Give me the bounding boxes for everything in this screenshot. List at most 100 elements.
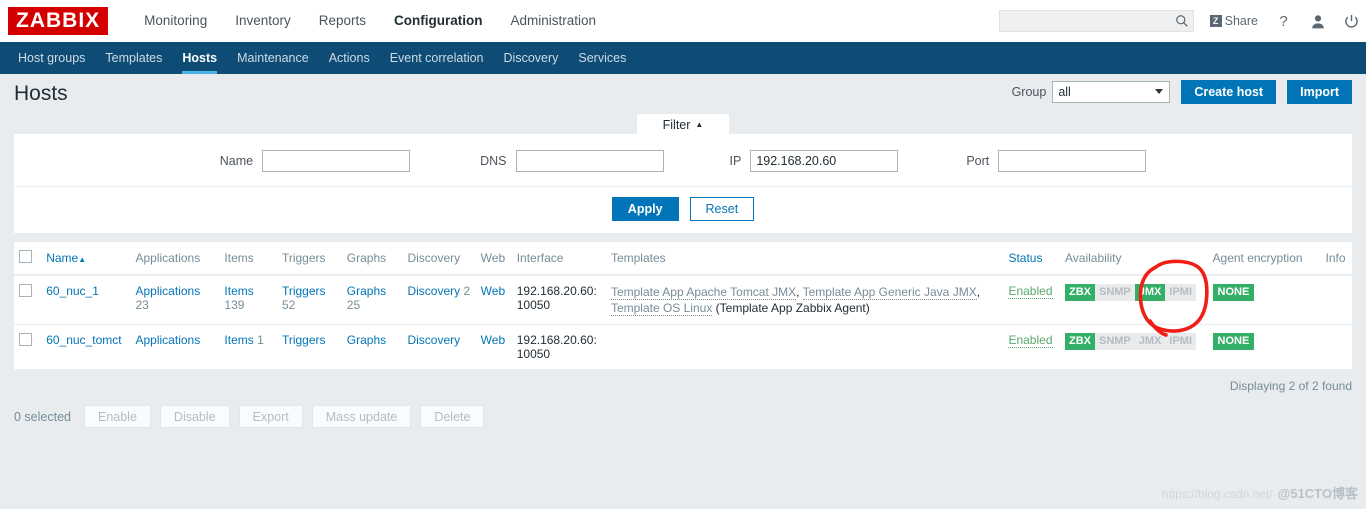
nav-administration[interactable]: Administration <box>497 0 611 42</box>
filter-name-input[interactable] <box>262 150 411 172</box>
hosts-table-wrap: Name▲ Applications Items Triggers Graphs… <box>14 242 1352 370</box>
row-checkbox[interactable] <box>19 333 32 346</box>
subnav-services[interactable]: Services <box>568 42 636 74</box>
disable-button[interactable]: Disable <box>159 405 230 428</box>
host-name-link[interactable]: 60_nuc_tomct <box>46 333 121 347</box>
row-checkbox[interactable] <box>19 284 32 297</box>
subnav-host-groups[interactable]: Host groups <box>8 42 95 74</box>
web-link[interactable]: Web <box>481 333 505 347</box>
graphs-link[interactable]: Graphs <box>347 333 386 347</box>
row-select-cell <box>14 275 42 325</box>
export-button[interactable]: Export <box>238 405 303 428</box>
select-all-checkbox[interactable] <box>19 250 32 263</box>
subnav-actions[interactable]: Actions <box>319 42 380 74</box>
template-link[interactable]: Template App Apache Tomcat JMX <box>610 285 797 300</box>
triggers-link[interactable]: Triggers <box>282 333 326 347</box>
user-profile-icon[interactable] <box>1309 11 1326 31</box>
row-availability-cell: ZBX SNMP JMX IPMI <box>1059 324 1208 370</box>
row-triggers-cell: Triggers 52 <box>276 275 342 325</box>
hosts-table-body: 60_nuc_1 Applications 23 Items 139 Trigg… <box>14 275 1352 370</box>
bulk-actions: 0 selected Enable Disable Export Mass up… <box>0 393 1366 428</box>
sub-navigation: Host groups Templates Hosts Maintenance … <box>0 42 1366 74</box>
help-icon[interactable]: ? <box>1275 11 1292 31</box>
discovery-link[interactable]: Discovery <box>407 284 460 298</box>
group-select-value: all <box>1058 85 1071 99</box>
filter-tab-row: Filter ▲ <box>0 114 1366 135</box>
enable-button[interactable]: Enable <box>83 405 151 428</box>
column-triggers[interactable]: Triggers <box>276 242 342 276</box>
web-link[interactable]: Web <box>481 284 505 298</box>
applications-link[interactable]: Applications <box>136 333 201 347</box>
availability-jmx-badge: JMX <box>1134 284 1166 301</box>
column-agent-encryption: Agent encryption <box>1207 242 1321 276</box>
encryption-badge: NONE <box>1212 333 1255 350</box>
column-name[interactable]: Name▲ <box>41 242 131 276</box>
subnav-discovery[interactable]: Discovery <box>494 42 569 74</box>
subnav-templates[interactable]: Templates <box>95 42 172 74</box>
status-badge[interactable]: Enabled <box>1008 284 1053 299</box>
nav-reports[interactable]: Reports <box>305 0 380 42</box>
page-content: Hosts Group all Create host Import Filte… <box>0 74 1366 509</box>
discovery-link[interactable]: Discovery <box>407 333 460 347</box>
mass-update-button[interactable]: Mass update <box>311 405 412 428</box>
chevron-down-icon <box>1155 89 1164 94</box>
hosts-table-head: Name▲ Applications Items Triggers Graphs… <box>14 242 1352 276</box>
column-graphs[interactable]: Graphs <box>341 242 403 276</box>
applications-link[interactable]: Applications <box>136 284 201 298</box>
filter-dns-field: DNS <box>480 150 664 172</box>
column-items[interactable]: Items <box>219 242 277 276</box>
status-badge[interactable]: Enabled <box>1008 333 1053 348</box>
template-link[interactable]: Template OS Linux <box>610 301 713 316</box>
nav-inventory[interactable]: Inventory <box>221 0 305 42</box>
column-availability: Availability <box>1059 242 1208 276</box>
row-discovery-cell: Discovery 2 <box>402 275 476 325</box>
template-link[interactable]: Template App Generic Java JMX <box>802 285 977 300</box>
template-parent: (Template App Zabbix Agent) <box>715 301 870 315</box>
filter-tab[interactable]: Filter ▲ <box>637 114 729 135</box>
import-button[interactable]: Import <box>1287 80 1352 104</box>
applications-count: 23 <box>135 298 149 312</box>
filter-dns-input[interactable] <box>515 150 664 172</box>
nav-configuration[interactable]: Configuration <box>380 0 496 42</box>
displaying-count: Displaying 2 of 2 found <box>1229 379 1352 393</box>
column-applications[interactable]: Applications <box>130 242 220 276</box>
search-icon <box>1175 15 1188 27</box>
filter-ip-input[interactable] <box>750 150 899 172</box>
items-link[interactable]: Items <box>224 333 253 347</box>
row-select-cell <box>14 324 42 370</box>
page-header: Hosts Group all Create host Import <box>0 74 1366 114</box>
page-title: Hosts <box>14 82 68 105</box>
header-right-tools: Z Share ? <box>998 0 1360 42</box>
filter-port-input[interactable] <box>998 150 1147 172</box>
logout-icon[interactable] <box>1343 11 1360 31</box>
triggers-count: 52 <box>281 298 296 312</box>
row-interface-cell: 192.168.20.60: 10050 <box>511 324 606 370</box>
column-web[interactable]: Web <box>475 242 512 276</box>
column-status[interactable]: Status <box>1003 242 1060 276</box>
row-applications-cell: Applications <box>130 324 220 370</box>
select-all-header <box>14 242 42 276</box>
delete-button[interactable]: Delete <box>420 405 485 428</box>
host-name-link[interactable]: 60_nuc_1 <box>46 284 99 298</box>
reset-button[interactable]: Reset <box>689 197 755 221</box>
triggers-link[interactable]: Triggers <box>282 284 326 298</box>
subnav-hosts[interactable]: Hosts <box>172 42 227 74</box>
template-sep: , <box>976 285 981 299</box>
graphs-link[interactable]: Graphs <box>347 284 386 298</box>
global-search[interactable] <box>998 10 1194 32</box>
subnav-maintenance[interactable]: Maintenance <box>227 42 319 74</box>
group-select[interactable]: all <box>1052 81 1171 103</box>
nav-monitoring[interactable]: Monitoring <box>130 0 221 42</box>
share-button[interactable]: Z Share <box>1209 14 1258 28</box>
row-info-cell <box>1320 324 1352 370</box>
create-host-button[interactable]: Create host <box>1181 80 1277 104</box>
subnav-event-correlation[interactable]: Event correlation <box>380 42 494 74</box>
apply-button[interactable]: Apply <box>611 197 679 221</box>
availability-zbx-badge: ZBX <box>1064 333 1095 350</box>
availability-snmp-badge: SNMP <box>1094 333 1135 350</box>
zabbix-logo[interactable]: ZABBIX <box>8 7 109 35</box>
column-discovery[interactable]: Discovery <box>402 242 476 276</box>
items-link[interactable]: Items <box>224 284 253 298</box>
availability-jmx-badge: JMX <box>1134 333 1166 350</box>
search-input[interactable] <box>999 11 1172 31</box>
